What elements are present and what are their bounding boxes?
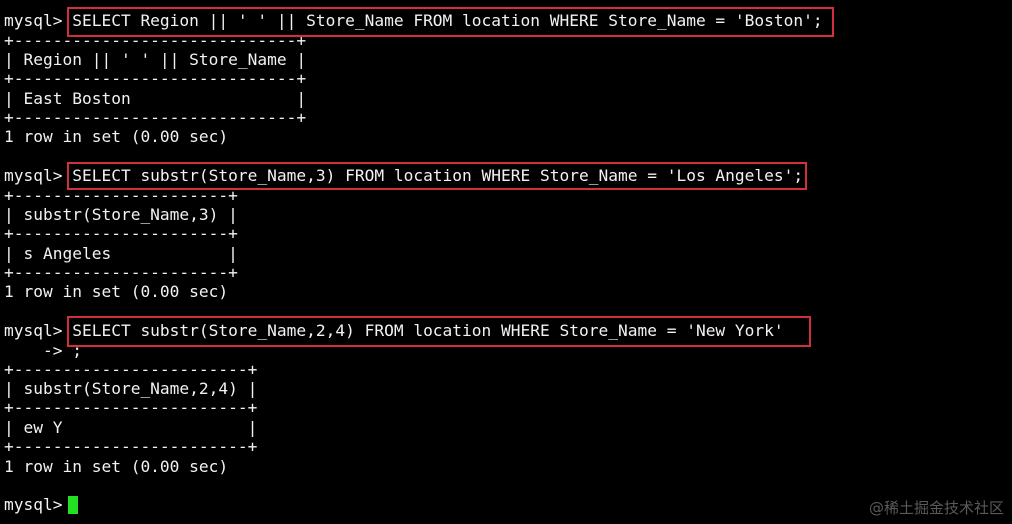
table-border: +-----------------------------+: [4, 108, 307, 127]
active-prompt[interactable]: mysql>: [4, 495, 72, 515]
table-border: +------------------------+: [4, 437, 258, 456]
row-count-status: 1 row in set (0.00 sec): [4, 282, 229, 301]
table-header: | substr(Store_Name,2,4) |: [4, 379, 258, 398]
table-border: +----------------------+: [4, 263, 238, 282]
table-row: | East Boston |: [4, 89, 307, 108]
table-border: +------------------------+: [4, 360, 258, 379]
row-count-status: 1 row in set (0.00 sec): [4, 127, 229, 146]
highlight-box-query-2: [67, 162, 807, 190]
highlight-box-query-1: [67, 7, 834, 37]
table-border: +----------------------+: [4, 224, 238, 243]
table-header: | Region || ' ' || Store_Name |: [4, 50, 307, 69]
table-header: | substr(Store_Name,3) |: [4, 205, 238, 224]
terminal-output[interactable]: mysql> SELECT Region || ' ' || Store_Nam…: [4, 0, 1008, 524]
table-border: +-----------------------------+: [4, 69, 307, 88]
table-row: | s Angeles |: [4, 244, 238, 263]
terminal-cursor: [68, 496, 78, 514]
table-row: | ew Y |: [4, 418, 258, 437]
table-border: +------------------------+: [4, 398, 258, 417]
highlight-box-query-3: [67, 316, 811, 347]
row-count-status: 1 row in set (0.00 sec): [4, 457, 229, 476]
watermark: @稀土掘金技术社区: [868, 499, 1004, 517]
